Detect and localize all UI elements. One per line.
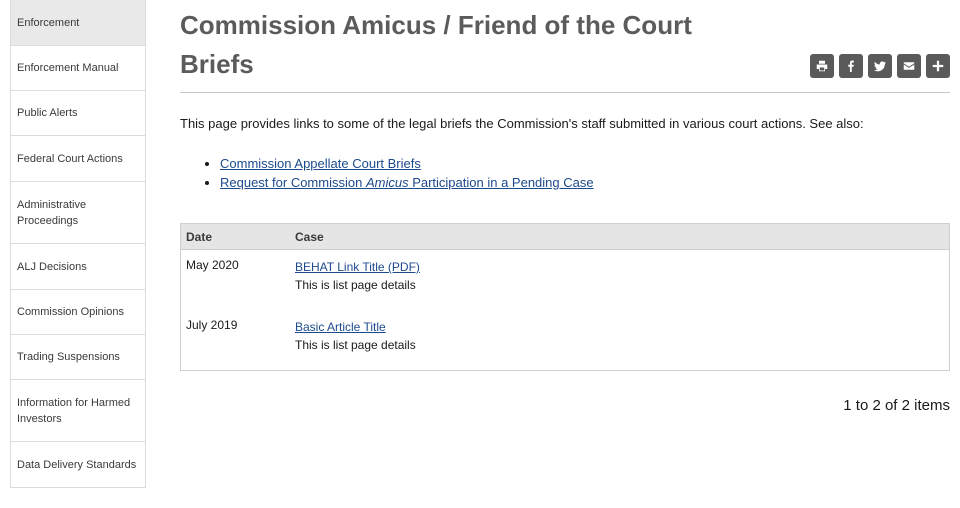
sidebar-item-label: Administrative Proceedings — [17, 198, 87, 227]
print-button[interactable] — [810, 54, 834, 78]
more-share-button[interactable] — [926, 54, 950, 78]
sidebar-item-trading-suspensions[interactable]: Trading Suspensions — [11, 335, 145, 380]
amicus-request-link[interactable]: Request for Commission Amicus Participat… — [220, 175, 594, 190]
page-title: Commission Amicus / Friend of the Court … — [180, 10, 692, 79]
sidebar-item-alj-decisions[interactable]: ALJ Decisions — [11, 244, 145, 290]
email-share-button[interactable] — [897, 54, 921, 78]
row-case: Basic Article Title This is list page de… — [295, 318, 416, 354]
sidebar-item-label: ALJ Decisions — [17, 260, 87, 273]
email-icon — [903, 62, 915, 70]
column-header-date[interactable]: Date — [181, 230, 295, 244]
intro-text: This page provides links to some of the … — [180, 116, 864, 131]
case-details: This is list page details — [295, 338, 416, 352]
sidebar-item-label: Commission Opinions — [17, 306, 124, 318]
print-icon — [816, 60, 828, 72]
sidebar-item-label: Federal Court Actions — [17, 152, 123, 165]
row-date: May 2020 — [186, 258, 239, 272]
twitter-icon — [874, 61, 886, 72]
sidebar-item-label: Enforcement Manual — [17, 62, 119, 74]
sidebar-item-label: Public Alerts — [17, 107, 78, 119]
column-header-case[interactable]: Case — [295, 230, 324, 244]
pagination-summary: 1 to 2 of 2 items — [843, 397, 950, 414]
sidebar-nav: Enforcement Enforcement Manual Public Al… — [10, 0, 146, 488]
facebook-share-button[interactable] — [839, 54, 863, 78]
table-header: Date Case — [181, 224, 949, 250]
briefs-table: Date Case May 2020 BEHAT Link Title (PDF… — [180, 223, 950, 371]
sidebar-item-label: Trading Suspensions — [17, 351, 120, 363]
sidebar-item-commission-opinions[interactable]: Commission Opinions — [11, 290, 145, 335]
sidebar-item-public-alerts[interactable]: Public Alerts — [11, 91, 145, 136]
twitter-share-button[interactable] — [868, 54, 892, 78]
row-date: July 2019 — [186, 318, 238, 332]
sidebar-item-data-delivery-standards[interactable]: Data Delivery Standards — [11, 442, 145, 487]
case-link[interactable]: BEHAT Link Title (PDF) — [295, 258, 420, 276]
table-row: May 2020 BEHAT Link Title (PDF) This is … — [181, 258, 420, 294]
appellate-briefs-link[interactable]: Commission Appellate Court Briefs — [220, 156, 421, 171]
share-toolbar — [810, 54, 950, 78]
row-case: BEHAT Link Title (PDF) This is list page… — [295, 258, 420, 294]
case-link[interactable]: Basic Article Title — [295, 318, 416, 336]
sidebar-item-enforcement-manual[interactable]: Enforcement Manual — [11, 46, 145, 91]
table-row: July 2019 Basic Article Title This is li… — [181, 318, 416, 354]
sidebar-item-label: Information for Harmed Investors — [17, 396, 131, 425]
sidebar-item-federal-court-actions[interactable]: Federal Court Actions — [11, 136, 145, 182]
case-details: This is list page details — [295, 278, 416, 292]
sidebar-item-label: Data Delivery Standards — [17, 458, 137, 471]
facebook-icon — [848, 60, 854, 72]
title-divider — [180, 92, 950, 93]
sidebar-item-administrative-proceedings[interactable]: Administrative Proceedings — [11, 182, 145, 244]
plus-icon — [932, 60, 944, 72]
list-item: Request for Commission Amicus Participat… — [220, 173, 594, 192]
see-also-list: Commission Appellate Court Briefs Reques… — [180, 154, 594, 192]
sidebar-item-label: Enforcement — [17, 16, 80, 29]
sidebar-item-enforcement[interactable]: Enforcement — [11, 0, 145, 46]
list-item: Commission Appellate Court Briefs — [220, 154, 594, 173]
sidebar-item-harmed-investors[interactable]: Information for Harmed Investors — [11, 380, 145, 442]
